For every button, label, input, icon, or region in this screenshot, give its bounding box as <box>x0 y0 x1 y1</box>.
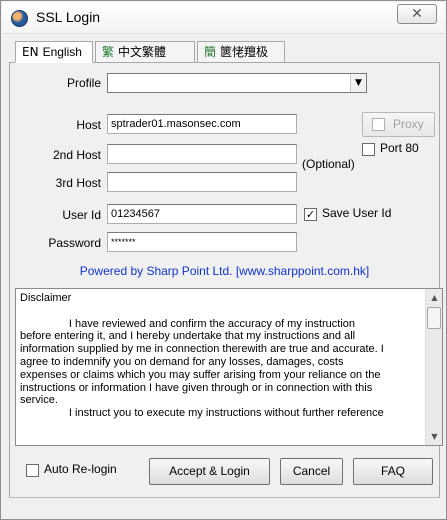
scroll-thumb[interactable] <box>427 307 441 329</box>
save-userid-checkbox[interactable]: ✓ <box>304 208 317 221</box>
window-title: SSL Login <box>36 9 101 25</box>
tab-simplified-prefix: 簡 <box>204 45 217 59</box>
disclaimer-scrollbar[interactable]: ▲ ▼ <box>425 289 442 445</box>
host3-input[interactable] <box>107 172 297 192</box>
userid-input[interactable]: 01234567 <box>107 204 297 224</box>
ssl-login-window: SSL Login ✕ EN English 繁中文繁體 簡篋恅羶极 Profil… <box>0 0 447 520</box>
password-input[interactable]: ******* <box>107 232 297 252</box>
disclaimer-text: Disclaimer I have reviewed and confirm t… <box>20 292 384 420</box>
ssl-globe-icon <box>11 10 28 27</box>
tab-english-label: English <box>42 45 82 59</box>
tab-english-prefix: EN <box>22 45 39 59</box>
tab-traditional-chinese[interactable]: 繁中文繁體 <box>95 41 195 63</box>
disclaimer-box[interactable]: Disclaimer I have reviewed and confirm t… <box>15 288 443 446</box>
cancel-button[interactable]: Cancel <box>280 458 343 485</box>
host-label: Host <box>76 118 101 132</box>
proxy-label: Proxy <box>393 117 424 131</box>
tab-traditional-prefix: 繁 <box>102 45 115 59</box>
host3-label: 3rd Host <box>55 176 101 190</box>
host2-label: 2nd Host <box>52 148 101 162</box>
powered-by-link[interactable]: Powered by Sharp Point Ltd. [www.sharppo… <box>9 264 440 278</box>
optional-label: (Optional) <box>302 157 355 171</box>
auto-relogin-label: Auto Re-login <box>44 462 117 476</box>
chevron-down-icon[interactable]: ▼ <box>350 74 366 92</box>
proxy-checkbox[interactable] <box>372 118 385 131</box>
host2-input[interactable] <box>107 144 297 164</box>
tab-traditional-label: 中文繁體 <box>118 45 167 59</box>
userid-label: User Id <box>62 208 101 222</box>
profile-select[interactable]: ▼ <box>107 73 367 93</box>
faq-button[interactable]: FAQ <box>353 458 433 485</box>
password-label: Password <box>48 236 101 250</box>
auto-relogin-checkbox[interactable] <box>26 464 39 477</box>
proxy-button[interactable]: Proxy <box>362 112 435 137</box>
scroll-down-arrow-icon[interactable]: ▼ <box>426 428 442 445</box>
close-button[interactable]: ✕ <box>397 4 437 24</box>
tab-simplified-label: 篋恅羶极 <box>220 45 269 59</box>
status-bar <box>9 497 440 514</box>
port80-checkbox[interactable] <box>362 143 375 156</box>
tab-english[interactable]: EN English <box>15 41 93 63</box>
tab-simplified-chinese[interactable]: 簡篋恅羶极 <box>197 41 285 63</box>
host-input[interactable]: sptrader01.masonsec.com <box>107 114 297 134</box>
scroll-up-arrow-icon[interactable]: ▲ <box>426 289 442 306</box>
check-icon: ✓ <box>305 208 316 221</box>
port80-label: Port 80 <box>380 141 419 155</box>
save-userid-label: Save User Id <box>322 206 392 220</box>
accept-login-button[interactable]: Accept & Login <box>149 458 270 485</box>
profile-label: Profile <box>66 76 101 90</box>
